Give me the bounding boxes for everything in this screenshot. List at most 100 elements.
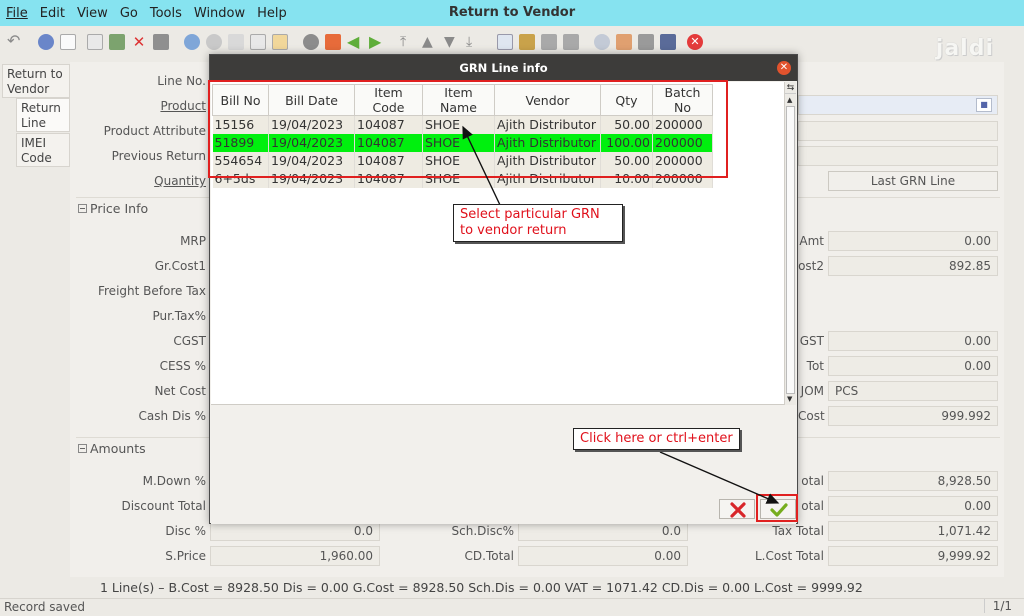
workflow-icon[interactable]: [616, 33, 632, 50]
cell-item-code: 104087: [354, 133, 423, 152]
sch-disc-field[interactable]: 0.0: [518, 521, 688, 541]
request-icon[interactable]: [638, 33, 654, 50]
forward-icon[interactable]: ▶: [369, 33, 385, 50]
printer-icon[interactable]: [541, 33, 557, 50]
tax-tot-field[interactable]: 0.00: [828, 356, 998, 376]
toolbar: ↶ ✕ ◀ ▶ ⤒ ▲ ▼ ⤓ ✕: [0, 27, 1024, 56]
menu-tools[interactable]: Tools: [144, 6, 188, 21]
first-record-icon[interactable]: ⤒: [400, 34, 416, 50]
archive-icon[interactable]: [303, 33, 319, 50]
tab-return-to-vendor[interactable]: Return to Vendor: [2, 64, 70, 98]
pur-tax-label: Pur.Tax%: [152, 309, 206, 323]
copy-icon[interactable]: [87, 33, 103, 50]
undo-icon[interactable]: ↶: [7, 32, 23, 50]
cell-vendor: Ajith Distributor: [494, 151, 601, 170]
col-bill-no[interactable]: Bill No: [212, 84, 269, 116]
cell-qty: 50.00: [600, 115, 653, 134]
database-icon[interactable]: [519, 33, 535, 50]
line-total-field[interactable]: 8,928.50: [828, 471, 998, 491]
menu-go[interactable]: Go: [114, 6, 144, 21]
back-icon[interactable]: ◀: [347, 33, 363, 50]
save-icon[interactable]: [153, 33, 169, 50]
printer-preview-icon[interactable]: [563, 33, 579, 50]
close-window-icon[interactable]: ✕: [687, 33, 703, 50]
menu-view[interactable]: View: [71, 6, 114, 21]
cell-item-name: SHOE: [422, 151, 495, 170]
menu-edit[interactable]: Edit: [34, 6, 71, 21]
cell-qty: 50.00: [600, 151, 653, 170]
table-row[interactable]: 554654 19/04/2023 104087 SHOE Ajith Dist…: [212, 151, 713, 170]
cess-label: CESS %: [159, 359, 206, 373]
product-attribute-field[interactable]: [798, 121, 998, 141]
report-icon[interactable]: [272, 33, 288, 50]
amounts-header[interactable]: Amounts: [78, 441, 146, 456]
col-vendor[interactable]: Vendor: [494, 84, 601, 116]
select-grn-callout: Select particular GRN to vendor return: [453, 204, 623, 242]
table-row[interactable]: 6+5ds 19/04/2023 104087 SHOE Ajith Distr…: [212, 169, 713, 188]
lcost-total-field[interactable]: 9,999.92: [828, 546, 998, 566]
price-info-header[interactable]: Price Info: [78, 201, 148, 216]
scroll-up-icon[interactable]: ▲: [787, 96, 792, 104]
disc-percent-field[interactable]: 0.0: [210, 521, 380, 541]
last-record-icon[interactable]: ⤓: [466, 34, 482, 50]
cell-item-name: SHOE: [422, 133, 495, 152]
product-field[interactable]: [798, 95, 998, 115]
menu-bar: File Edit View Go Tools Window Help Retu…: [0, 0, 1024, 26]
next-record-icon[interactable]: ▼: [444, 34, 460, 50]
col-item-code[interactable]: Item Code: [354, 84, 423, 116]
menu-window[interactable]: Window: [188, 6, 251, 21]
new-icon[interactable]: [60, 33, 76, 50]
gst-field[interactable]: 0.00: [828, 331, 998, 351]
detail-icon[interactable]: [497, 33, 513, 50]
col-item-name[interactable]: Item Name: [422, 84, 495, 116]
uom-field[interactable]: PCS: [828, 381, 998, 401]
refresh-icon[interactable]: [184, 33, 200, 50]
print-icon[interactable]: [109, 33, 125, 50]
gr-cost2-field[interactable]: 892.85: [828, 256, 998, 276]
cancel-button[interactable]: [719, 499, 755, 519]
column-config-icon[interactable]: ⇆: [785, 82, 796, 94]
product-info-icon[interactable]: [660, 33, 676, 50]
chat-icon[interactable]: [250, 33, 266, 50]
zoom-icon[interactable]: [594, 33, 610, 50]
tax-total-field[interactable]: 1,071.42: [828, 521, 998, 541]
col-batch-no[interactable]: Batch No: [652, 84, 713, 116]
previous-record-icon[interactable]: ▲: [422, 34, 438, 50]
cell-vendor: Ajith Distributor: [494, 115, 601, 134]
scroll-thumb[interactable]: [786, 106, 795, 394]
attachment-icon[interactable]: [228, 33, 244, 50]
ok-button[interactable]: [760, 499, 796, 519]
product-lookup-icon[interactable]: ■: [976, 98, 992, 112]
find-icon[interactable]: [206, 33, 222, 50]
dialog-title-bar: GRN Line info ✕: [210, 55, 797, 81]
cd-total-field[interactable]: 0.00: [518, 546, 688, 566]
scroll-down-icon[interactable]: ▼: [787, 395, 792, 403]
menu-file[interactable]: File: [0, 6, 34, 21]
cgst-label: CGST: [173, 334, 206, 348]
last-grn-line-button[interactable]: Last GRN Line: [828, 171, 998, 191]
sprice-field[interactable]: 1,960.00: [210, 546, 380, 566]
amt-field[interactable]: 0.00: [828, 231, 998, 251]
discount-line-total-field[interactable]: 0.00: [828, 496, 998, 516]
table-row[interactable]: 15156 19/04/2023 104087 SHOE Ajith Distr…: [212, 115, 713, 134]
cell-batch-no: 200000: [652, 133, 713, 152]
cell-batch-no: 200000: [652, 115, 713, 134]
previous-return-field[interactable]: [798, 146, 998, 166]
cost-field[interactable]: 999.992: [828, 406, 998, 426]
status-bar: Record saved 1/1: [0, 598, 1024, 616]
dialog-close-icon[interactable]: ✕: [777, 61, 791, 75]
col-qty[interactable]: Qty: [600, 84, 653, 116]
cd-total-label: CD.Total: [464, 549, 514, 563]
tab-return-line[interactable]: Return Line: [16, 98, 70, 132]
col-bill-date[interactable]: Bill Date: [268, 84, 355, 116]
grid-vertical-scrollbar[interactable]: ⇆ ▲ ▼: [784, 82, 796, 405]
help-icon[interactable]: [38, 33, 54, 50]
table-row-selected[interactable]: 51899 19/04/2023 104087 SHOE Ajith Distr…: [212, 133, 713, 152]
tab-imei-code[interactable]: IMEI Code: [16, 133, 70, 167]
delete-icon[interactable]: ✕: [131, 34, 147, 50]
cell-item-code: 104087: [354, 151, 423, 170]
cell-qty: 10.00: [600, 169, 653, 188]
home-icon[interactable]: [325, 33, 341, 50]
menu-help[interactable]: Help: [251, 6, 293, 21]
markdown-label: M.Down %: [142, 474, 206, 488]
